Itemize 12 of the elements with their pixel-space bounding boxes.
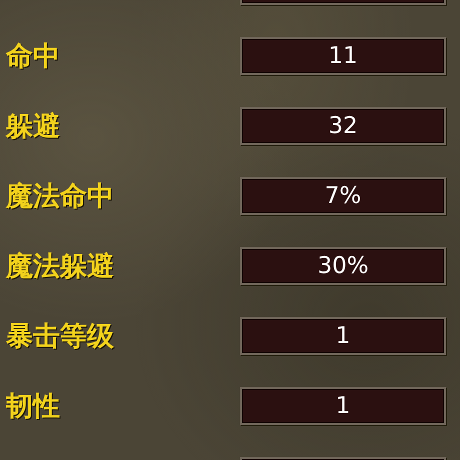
value-field: 11 [240,37,446,75]
value-field: 1 [240,317,446,355]
value-field: 32 [240,107,446,145]
stat-label: 躲避 [4,110,60,144]
value-field: 1 [240,387,446,425]
value-field: 30% [240,247,446,285]
stat-label: 命中 [4,40,60,74]
stat-label: 韧性 [5,390,60,424]
stat-label: 魔法命中 [4,180,114,214]
value-field: 7% [240,177,446,215]
stat-label: 魔法躲避 [4,250,114,284]
stat-label: 暴击等级 [5,320,114,354]
